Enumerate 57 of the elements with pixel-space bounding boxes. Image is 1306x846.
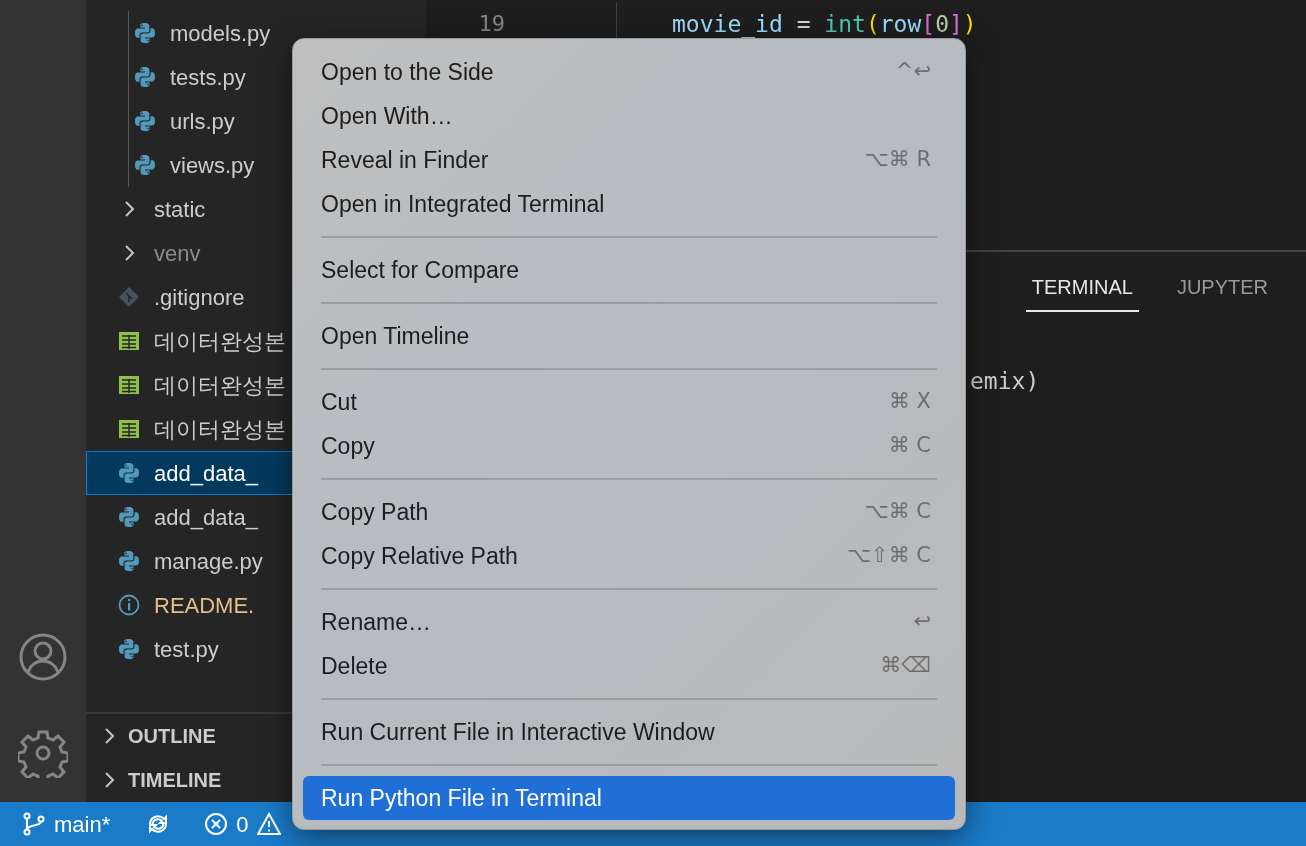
spreadsheet-icon	[118, 418, 140, 440]
python-icon	[118, 462, 140, 484]
diamond-icon	[118, 286, 140, 308]
python-icon	[134, 66, 156, 88]
python-icon	[134, 110, 156, 132]
python-icon	[118, 506, 140, 528]
python-icon	[134, 22, 156, 44]
menu-item[interactable]: Run Current File in Interactive Window	[303, 710, 955, 754]
menu-item-label: Open Timeline	[321, 321, 470, 351]
panel-tab[interactable]: TERMINAL	[1025, 266, 1139, 312]
menu-item[interactable]: Open in Integrated Terminal	[303, 182, 955, 226]
menu-item[interactable]: Delete ⌘⌫	[303, 644, 955, 688]
menu-item-label: Open to the Side	[321, 57, 494, 87]
panel-tab[interactable]: JUPYTER	[1170, 266, 1274, 312]
menu-item-label: Cut	[321, 387, 357, 417]
menu-item-label: Copy Relative Path	[321, 541, 518, 571]
shortcut-text: ↩	[913, 608, 931, 636]
info-icon	[118, 594, 140, 616]
menu-item-label: Reveal in Finder	[321, 145, 489, 175]
menu-item[interactable]: Run Python File in Terminal	[303, 776, 955, 820]
error-count[interactable]: 0	[236, 807, 249, 841]
shortcut-text: ⌘⌫	[880, 652, 931, 680]
spreadsheet-icon	[118, 374, 140, 396]
shortcut-text: ⌥⌘ C	[864, 498, 931, 526]
warning-icon[interactable]	[256, 812, 281, 836]
shortcut-text: ⌘ X	[888, 388, 931, 416]
python-icon	[134, 154, 156, 176]
shortcut-text: ⌘ C	[888, 432, 931, 460]
python-icon	[118, 550, 140, 572]
code-line: movie_id = int(row[0])	[672, 10, 977, 40]
menu-item-label: Run Current File in Interactive Window	[321, 717, 715, 747]
shortcut-text: ⌥⌘ R	[864, 146, 931, 174]
settings-icon[interactable]	[18, 728, 68, 778]
menu-item[interactable]: Cut ⌘ X	[303, 380, 955, 424]
shortcut-text: ^↩	[895, 58, 931, 86]
branch-name[interactable]: main*	[54, 807, 111, 841]
menu-item[interactable]: Copy Relative Path ⌥⇧⌘ C	[303, 534, 955, 578]
branch-icon[interactable]	[22, 812, 46, 836]
menu-item-label: Run Python File in Terminal	[321, 783, 602, 813]
shortcut-text: ⌥⇧⌘ C	[846, 542, 931, 570]
menu-item-label: Open With…	[321, 101, 453, 131]
menu-item[interactable]: Reveal in Finder ⌥⌘ R	[303, 138, 955, 182]
terminal-text: emix)	[969, 367, 1041, 396]
spreadsheet-icon	[118, 330, 140, 352]
account-icon[interactable]	[18, 632, 68, 682]
python-icon	[118, 638, 140, 660]
menu-item-label: Delete	[321, 651, 388, 681]
menu-item[interactable]: Rename… ↩	[303, 600, 955, 644]
menu-item-label: Copy Path	[321, 497, 429, 527]
menu-item[interactable]: Open With…	[303, 94, 955, 138]
menu-item-label: Select for Compare	[321, 255, 520, 285]
error-icon[interactable]	[204, 812, 229, 836]
menu-item-label: Rename…	[321, 607, 431, 637]
line-number: 19	[477, 10, 505, 38]
menu-item[interactable]: Select for Compare	[303, 248, 955, 292]
menu-item-label: Open in Integrated Terminal	[321, 189, 605, 219]
menu-item[interactable]: Open Timeline	[303, 314, 955, 358]
